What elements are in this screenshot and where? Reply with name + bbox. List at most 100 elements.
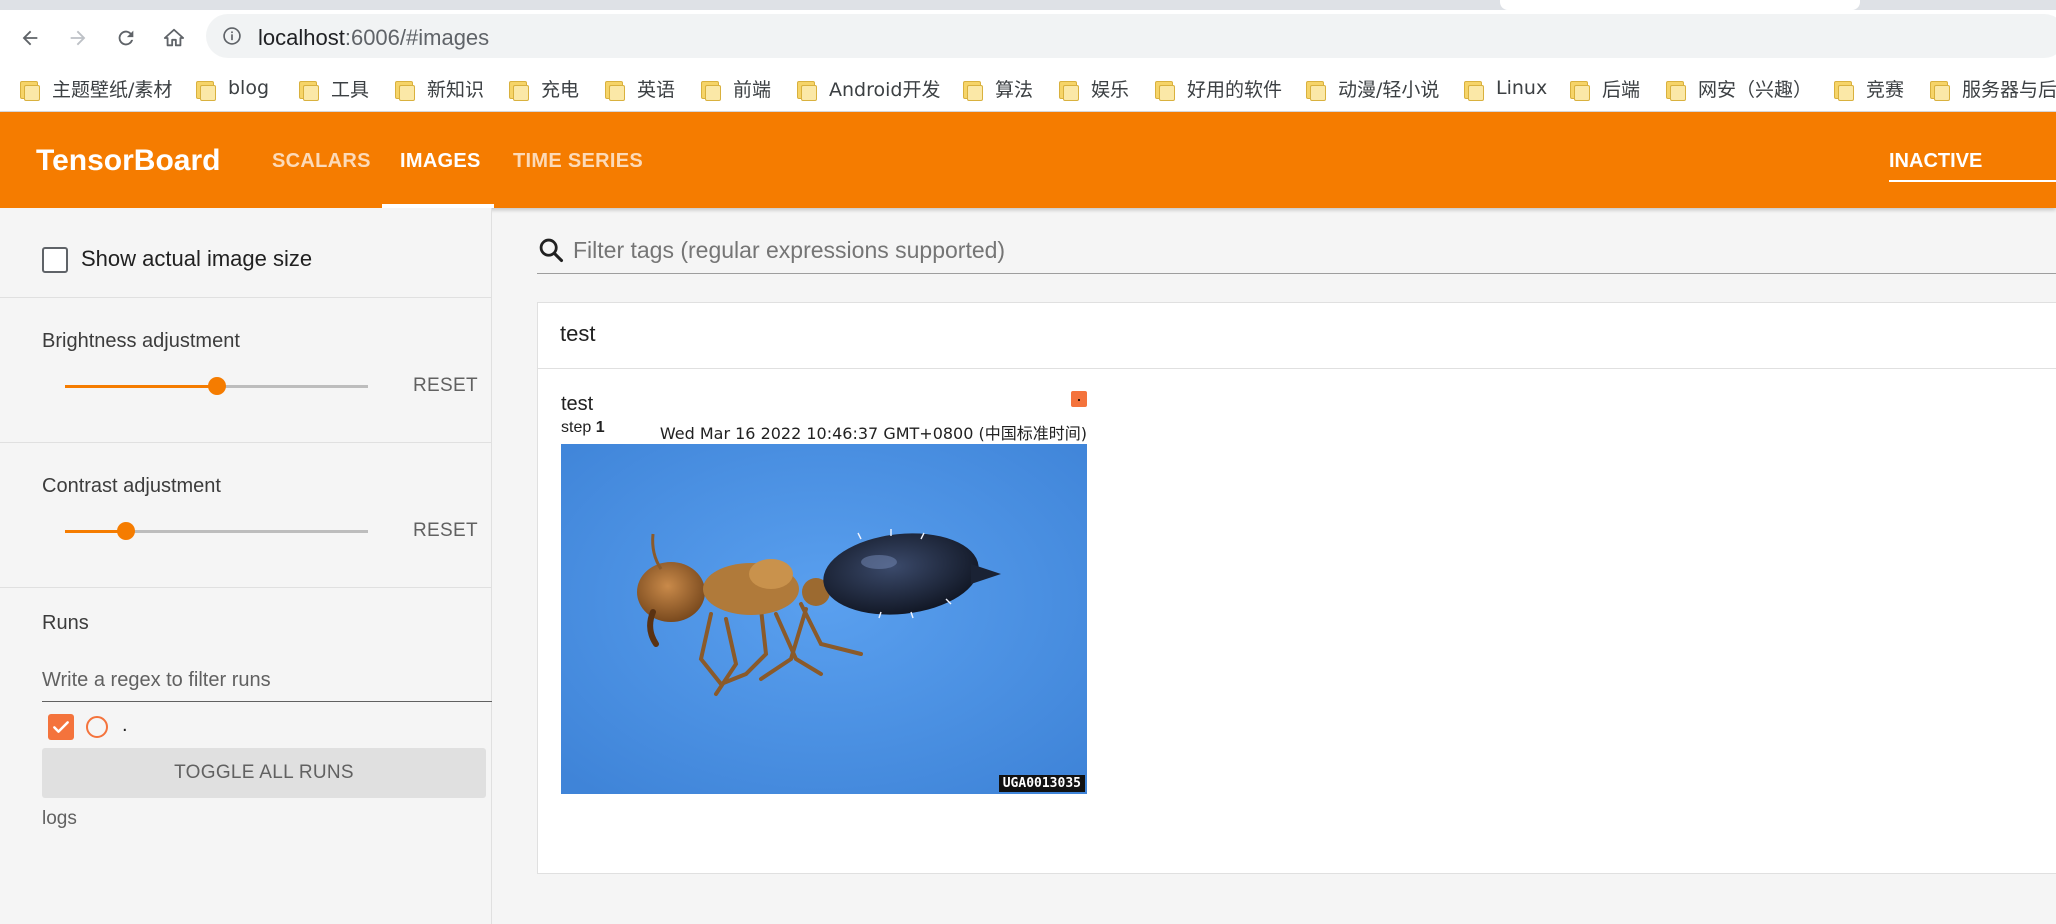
folder-icon [605, 79, 625, 101]
contrast-title: Contrast adjustment [42, 475, 221, 497]
contrast-slider-thumb[interactable] [116, 522, 135, 540]
logdir-label: logs [42, 808, 77, 829]
step-label: step [561, 419, 592, 436]
bookmark-label: 英语 [637, 78, 676, 101]
folder-icon [395, 79, 415, 101]
brightness-reset-button[interactable]: RESET [413, 375, 478, 397]
bookmark-folder[interactable]: 充电 [509, 74, 579, 102]
folder-icon [1930, 79, 1950, 101]
bookmark-label: 竞赛 [1866, 78, 1905, 101]
check-icon [53, 721, 69, 733]
browser-active-tab[interactable] [1500, 0, 1860, 10]
bookmark-label: 后端 [1602, 78, 1641, 101]
runs-filter-field[interactable] [42, 660, 492, 702]
site-info-icon[interactable] [222, 26, 242, 51]
tab-scalars[interactable]: SCALARS [272, 150, 371, 173]
bookmark-folder[interactable]: 后端 [1570, 74, 1640, 102]
bookmark-folder[interactable]: 娱乐 [1059, 74, 1129, 102]
sidebar: Show actual image size Brightness adjust… [0, 208, 492, 924]
bookmark-label: Android开发 [829, 78, 941, 101]
ant-illustration [561, 444, 1087, 794]
bookmark-folder[interactable]: 算法 [963, 74, 1033, 102]
ant-image[interactable]: UGA0013035 [561, 444, 1087, 794]
bookmark-label: 前端 [733, 78, 772, 101]
folder-icon [963, 79, 983, 101]
tag-group-header[interactable]: test [538, 303, 2056, 369]
bookmark-label: 服务器与后端 [1962, 78, 2056, 101]
image-watermark: UGA0013035 [998, 775, 1085, 792]
browser-tab-strip [0, 0, 2056, 10]
folder-icon [1464, 79, 1484, 101]
bookmark-label: 工具 [331, 78, 370, 101]
bookmark-folder[interactable]: 主题壁纸/素材 [20, 74, 172, 102]
folder-icon [20, 79, 40, 101]
bookmark-folder[interactable]: 网安（兴趣） [1666, 74, 1812, 102]
folder-icon [701, 79, 721, 101]
tag-filter-bar [537, 228, 2056, 274]
tag-group-card: test test step 1 Wed Mar 16 2022 10:46:3… [537, 302, 2056, 874]
back-icon[interactable] [12, 20, 48, 56]
folder-icon [299, 79, 319, 101]
bookmark-folder[interactable]: 新知识 [395, 74, 484, 102]
folder-icon [797, 79, 817, 101]
folder-icon [1570, 79, 1590, 101]
bookmark-label: 网安（兴趣） [1698, 78, 1813, 101]
tag-group-title: test [560, 321, 596, 346]
bookmark-folder[interactable]: Linux [1464, 74, 1547, 102]
home-icon[interactable] [156, 20, 192, 56]
toggle-all-runs-button[interactable]: TOGGLE ALL RUNS [42, 748, 486, 798]
bookmark-folder[interactable]: blog [196, 74, 269, 102]
bookmark-label: 娱乐 [1091, 78, 1130, 101]
bookmark-folder[interactable]: 服务器与后端 [1930, 74, 2056, 102]
url-text: localhost:6006/#images [258, 25, 489, 51]
folder-icon [1834, 79, 1854, 101]
bookmark-label: 新知识 [427, 78, 485, 101]
bookmark-folder[interactable]: 竞赛 [1834, 74, 1904, 102]
bookmark-label: blog [228, 77, 270, 99]
bookmark-label: 好用的软件 [1187, 78, 1283, 101]
bookmark-folder[interactable]: 好用的软件 [1155, 74, 1282, 102]
address-bar[interactable]: localhost:6006/#images [206, 14, 2056, 58]
url-path: :6006/#images [344, 25, 490, 50]
tab-time-series[interactable]: TIME SERIES [513, 150, 643, 173]
bookmark-folder[interactable]: 英语 [605, 74, 675, 102]
tag-filter-input[interactable] [573, 232, 1973, 268]
runs-filter-input[interactable] [42, 660, 492, 700]
bookmark-folder[interactable]: 前端 [701, 74, 771, 102]
run-color-indicator [1071, 391, 1087, 407]
bookmark-label: 充电 [541, 78, 580, 101]
folder-icon [1155, 79, 1175, 101]
forward-icon[interactable] [60, 20, 96, 56]
dropdown-underline [1889, 180, 2056, 182]
run-name: . [122, 714, 128, 736]
step-value: 1 [595, 419, 605, 436]
bookmark-folder[interactable]: Android开发 [797, 74, 940, 102]
contrast-reset-button[interactable]: RESET [413, 520, 478, 542]
run-checkbox[interactable] [48, 714, 74, 740]
image-size-section: Show actual image size [0, 208, 492, 298]
brand-title[interactable]: TensorBoard [36, 144, 220, 178]
reload-icon[interactable] [108, 20, 144, 56]
bookmark-folder[interactable]: 动漫/轻小说 [1306, 74, 1439, 102]
plugin-status-dropdown[interactable]: INACTIVE [1889, 150, 1982, 173]
image-card: test step 1 Wed Mar 16 2022 10:46:37 GMT… [561, 389, 1087, 795]
tab-images[interactable]: IMAGES [400, 150, 481, 173]
brightness-section: Brightness adjustment RESET [0, 298, 492, 443]
image-tag: test [561, 393, 594, 415]
url-host: localhost [258, 25, 345, 50]
brightness-slider-thumb[interactable] [207, 377, 226, 395]
show-actual-size-label: Show actual image size [81, 246, 313, 271]
show-actual-size-checkbox[interactable] [42, 247, 68, 273]
folder-icon [1666, 79, 1686, 101]
run-color-swatch[interactable] [86, 716, 108, 738]
bookmark-folder[interactable]: 工具 [299, 74, 369, 102]
bookmark-label: Linux [1496, 77, 1548, 99]
runs-title: Runs [42, 612, 89, 634]
bookmarks-bar: 主题壁纸/素材 blog 工具 新知识 充电 英语 前端 Android开发 算… [0, 62, 2056, 112]
bookmark-label: 算法 [995, 78, 1034, 101]
folder-icon [1059, 79, 1079, 101]
tensorboard-header: TensorBoard SCALARS IMAGES TIME SERIES I… [0, 112, 2056, 208]
search-icon [537, 236, 565, 269]
bookmark-label: 动漫/轻小说 [1338, 78, 1440, 101]
bookmark-label: 主题壁纸/素材 [52, 78, 173, 101]
